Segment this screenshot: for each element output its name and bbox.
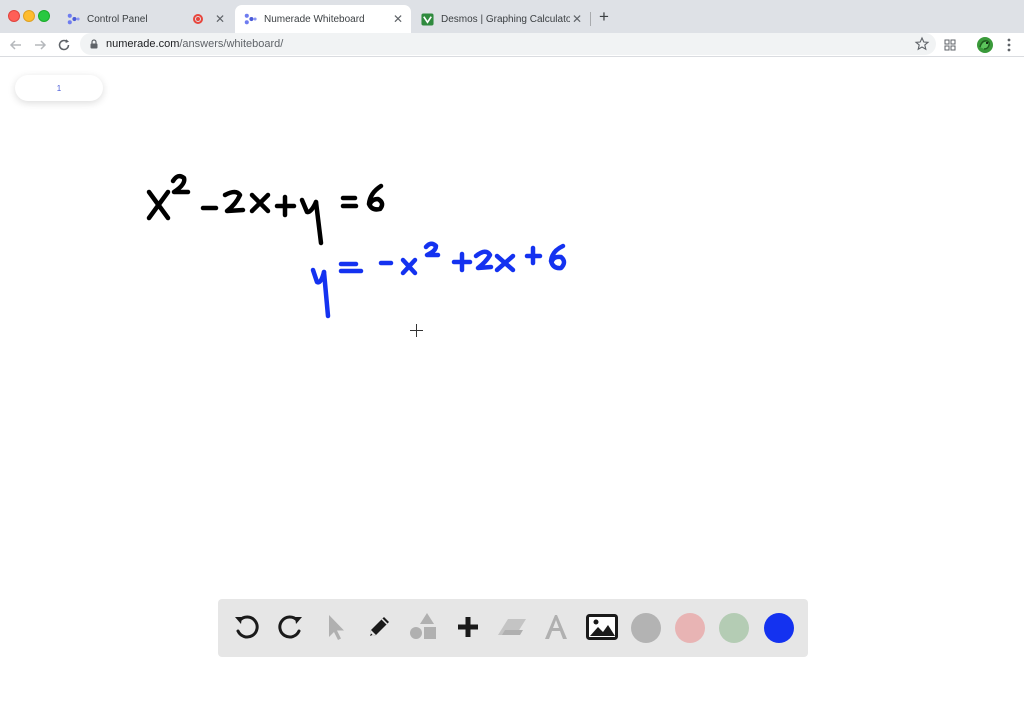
browser-menu-button[interactable] xyxy=(999,35,1019,55)
arrow-left-icon xyxy=(9,40,21,50)
recording-indicator-icon xyxy=(193,14,203,24)
url-host: numerade.com xyxy=(106,38,180,50)
undo-button[interactable] xyxy=(228,609,264,645)
back-button[interactable] xyxy=(6,35,26,55)
color-swatch-green[interactable] xyxy=(719,613,749,643)
browser-toolbar: numerade.com/answers/whiteboard/ xyxy=(0,33,1024,57)
numerade-favicon-icon xyxy=(244,13,257,24)
address-bar[interactable]: numerade.com/answers/whiteboard/ xyxy=(80,33,936,55)
tab-close-icon[interactable]: ✕ xyxy=(570,12,584,26)
extensions-button[interactable] xyxy=(940,35,960,55)
ink-equation-black xyxy=(146,173,385,246)
bookmark-star-icon[interactable] xyxy=(914,36,930,52)
pen-tool-button[interactable] xyxy=(361,609,397,645)
tool-palette xyxy=(218,599,808,657)
tab-title: Control Panel xyxy=(87,13,148,25)
eraser-icon xyxy=(498,619,526,635)
profile-avatar[interactable] xyxy=(975,35,995,55)
more-vertical-icon xyxy=(1007,38,1011,52)
page-number: 1 xyxy=(56,83,62,93)
url-text: numerade.com/answers/whiteboard/ xyxy=(106,38,283,50)
image-tool-button[interactable] xyxy=(584,609,620,645)
redo-icon xyxy=(278,615,302,639)
shapes-icon xyxy=(410,613,436,639)
color-swatch-blue[interactable] xyxy=(764,613,794,643)
text-tool-button[interactable] xyxy=(538,609,574,645)
lock-icon xyxy=(90,39,98,49)
cursor-arrow-icon xyxy=(329,615,344,640)
tab-title: Numerade Whiteboard xyxy=(264,13,365,25)
pencil-icon xyxy=(370,617,389,636)
eraser-tool-button[interactable] xyxy=(494,609,530,645)
tab-strip: Control Panel ✕ Numerade Whiteboard ✕ De… xyxy=(0,0,1024,33)
close-window-button[interactable] xyxy=(8,10,20,22)
select-tool-button[interactable] xyxy=(317,609,353,645)
numerade-favicon-icon xyxy=(67,13,80,24)
tab-control-panel[interactable]: Control Panel ✕ xyxy=(58,5,233,33)
plus-icon xyxy=(458,617,478,637)
crosshair-cursor-icon xyxy=(410,324,423,337)
undo-icon xyxy=(235,615,259,639)
image-icon xyxy=(586,614,618,640)
reload-icon xyxy=(58,39,70,51)
desmos-favicon-icon xyxy=(421,12,434,26)
arrow-right-icon xyxy=(35,40,47,50)
shapes-tool-button[interactable] xyxy=(405,609,441,645)
redo-button[interactable] xyxy=(273,609,309,645)
tab-numerade-whiteboard[interactable]: Numerade Whiteboard ✕ xyxy=(235,5,411,33)
ink-equation-blue xyxy=(310,241,567,319)
color-swatch-pink[interactable] xyxy=(675,613,705,643)
forward-button[interactable] xyxy=(30,35,50,55)
minimize-window-button[interactable] xyxy=(23,10,35,22)
reload-button[interactable] xyxy=(54,35,74,55)
tab-close-icon[interactable]: ✕ xyxy=(391,12,405,26)
tab-close-icon[interactable]: ✕ xyxy=(213,12,227,26)
text-icon xyxy=(545,615,567,639)
tab-title: Desmos | Graphing Calculator xyxy=(441,13,570,25)
avatar-icon xyxy=(977,37,993,53)
new-tab-button[interactable]: + xyxy=(596,8,612,25)
page-indicator[interactable]: 1 xyxy=(15,75,103,101)
tab-desmos[interactable]: Desmos | Graphing Calculator ✕ xyxy=(412,5,590,33)
tab-separator xyxy=(590,12,591,26)
add-button[interactable] xyxy=(450,609,486,645)
grid-icon xyxy=(944,39,956,51)
color-swatch-gray[interactable] xyxy=(631,613,661,643)
url-path: /answers/whiteboard/ xyxy=(179,38,284,50)
maximize-window-button[interactable] xyxy=(38,10,50,22)
